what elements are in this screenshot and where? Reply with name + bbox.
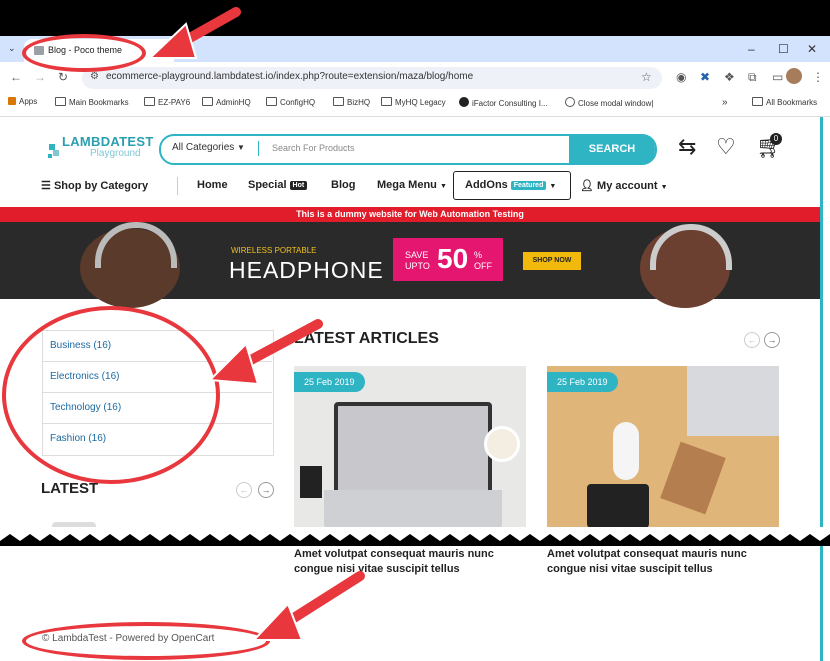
arrow-head-footer (251, 602, 304, 641)
annotation-arrows (147, 7, 365, 641)
arrow-head-categories (207, 342, 260, 386)
arrow-head-tab (147, 22, 198, 59)
